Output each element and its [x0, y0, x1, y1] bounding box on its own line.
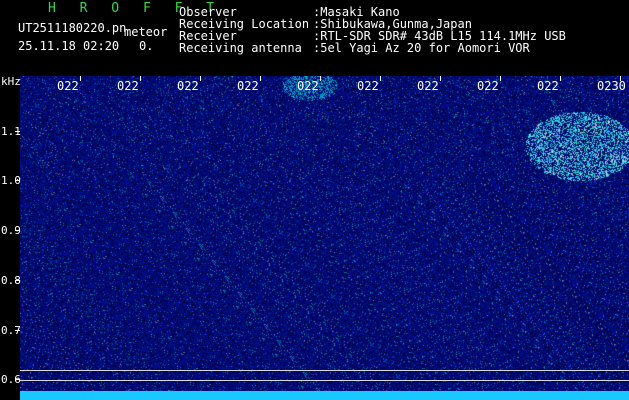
- y-tick-mark: [15, 280, 20, 281]
- reference-line-upper: [20, 370, 629, 371]
- frequency-axis: kHz 1.1 1.0 0.9 0.8 0.7 0.6: [0, 75, 21, 400]
- time-tick-mark: [560, 76, 561, 81]
- y-tick-mark: [15, 131, 20, 132]
- time-label: 022: [477, 79, 499, 93]
- time-label: 022: [177, 79, 199, 93]
- filename-label: UT2511180220.pn: [18, 21, 127, 35]
- y-tick-mark: [15, 330, 20, 331]
- y-tick-mark: [15, 230, 20, 231]
- time-tick-mark: [140, 76, 141, 81]
- time-label: 022: [117, 79, 139, 93]
- time-tick-mark: [320, 76, 321, 81]
- antenna-label: Receiving antenna: [179, 41, 302, 55]
- spectrogram-canvas: [20, 76, 629, 391]
- time-label: 022: [237, 79, 259, 93]
- reference-line-lower: [20, 380, 629, 381]
- time-label: 0230: [597, 79, 626, 93]
- time-label: 022: [297, 79, 319, 93]
- y-tick-mark: [15, 180, 20, 181]
- axis-unit-label: kHz: [1, 75, 21, 88]
- time-label: 022: [537, 79, 559, 93]
- datetime-label: 25.11.18 02:20: [18, 39, 120, 53]
- time-tick-mark: [260, 76, 261, 81]
- time-label: 022: [57, 79, 79, 93]
- time-label: 022: [357, 79, 379, 93]
- header-panel: H R O F F T UT2511180220.pn meteor 25.11…: [0, 0, 629, 76]
- time-label: 022: [417, 79, 439, 93]
- time-tick-mark: [380, 76, 381, 81]
- time-tick-mark: [440, 76, 441, 81]
- mode-label: meteor: [124, 25, 168, 39]
- time-tick-mark: [200, 76, 201, 81]
- time-tick-mark: [500, 76, 501, 81]
- spectrogram-noise: [20, 76, 629, 391]
- signal-level-strip: [20, 391, 629, 400]
- count-label: 0.: [139, 39, 154, 53]
- antenna-value: :5el Yagi Az 20 for Aomori VOR: [313, 41, 530, 55]
- time-tick-mark: [80, 76, 81, 81]
- time-tick-mark: [620, 76, 621, 81]
